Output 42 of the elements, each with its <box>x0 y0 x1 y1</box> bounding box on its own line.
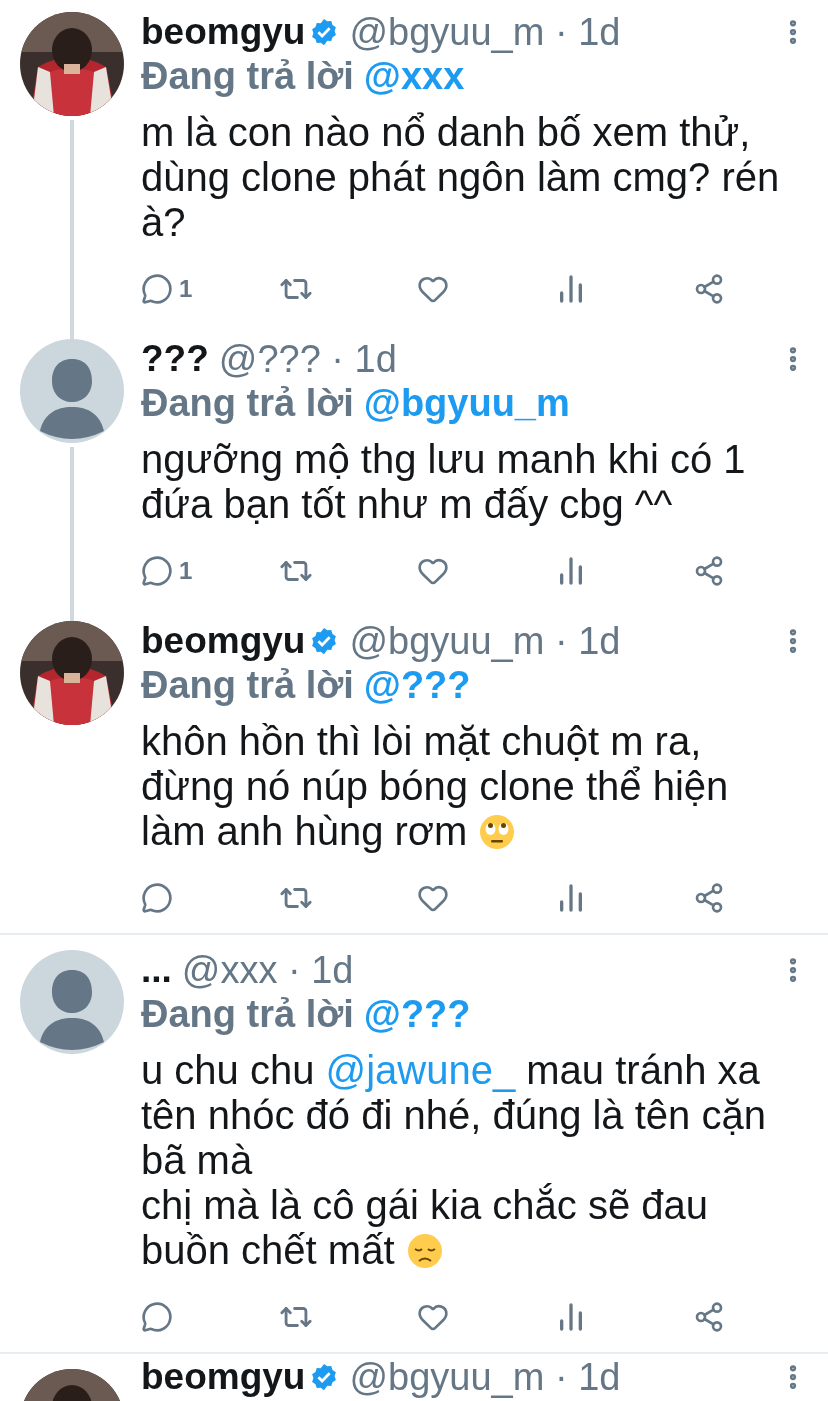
tweet-text: đừng nó núp bóng clone thể hiện <box>141 764 729 809</box>
display-name: beomgyu <box>141 619 306 664</box>
reply-icon[interactable] <box>141 1301 173 1333</box>
display-name: ??? <box>141 337 209 382</box>
handle-and-time: @bgyuu_m · 1d <box>349 9 621 55</box>
reply-count: 1 <box>179 274 193 304</box>
replying-to-link[interactable]: @??? <box>363 985 471 1043</box>
tweet-text: khôn hồn thì lòi mặt chuột m ra, <box>141 719 702 764</box>
reply-icon[interactable] <box>141 273 173 305</box>
replying-label: Đang trả lời <box>141 53 354 99</box>
tweet-text: đứa bạn tốt như m đấy cbg ^^ <box>141 482 673 527</box>
share-icon[interactable] <box>693 882 725 914</box>
sad-face-emoji-icon <box>406 1232 443 1269</box>
tweet-text: tên nhóc đó đi nhé, đúng là tên cặn <box>141 1093 766 1138</box>
display-name: ... <box>141 948 172 993</box>
tweet-text: u chu chu <box>141 1048 316 1093</box>
share-icon[interactable] <box>693 555 725 587</box>
replying-label: Đang trả lời <box>141 380 354 426</box>
share-icon[interactable] <box>693 1301 725 1333</box>
share-icon[interactable] <box>693 273 725 305</box>
mention-link[interactable]: @jawune_ <box>325 1048 516 1093</box>
replying-label: Đang trả lời <box>141 991 354 1037</box>
reply-icon[interactable] <box>141 555 173 587</box>
display-name: beomgyu <box>141 1355 306 1400</box>
tweet-text: chị mà là cô gái kia chắc sẽ đau <box>141 1183 708 1228</box>
rolling-eyes-emoji-icon <box>479 813 516 850</box>
reply-count: 1 <box>179 556 193 586</box>
handle-and-time: @bgyuu_m · 1d <box>349 618 621 664</box>
default-avatar-icon <box>20 950 124 1054</box>
tweet-text: mau tránh xa <box>525 1048 760 1093</box>
tweet-text: m là con nào nổ danh bố xem thử, <box>141 110 751 155</box>
tweet-text: làm anh hùng rơm <box>141 809 468 854</box>
reply-icon[interactable] <box>141 882 173 914</box>
tweet-text: à? <box>141 200 186 245</box>
tweet-text: buồn chết mất <box>141 1228 395 1273</box>
tweet-text: ngưỡng mộ thg lưu manh khi có 1 <box>141 437 746 482</box>
replying-label: Đang trả lời <box>141 662 354 708</box>
handle-and-time: @bgyuu_m · 1d <box>349 1354 621 1400</box>
tweet-text: dùng clone phát ngôn làm cmg? rén <box>141 155 780 200</box>
handle-and-time: @xxx · 1d <box>181 947 354 993</box>
tweet-text: bã mà <box>141 1138 253 1183</box>
display-name: beomgyu <box>141 10 306 55</box>
